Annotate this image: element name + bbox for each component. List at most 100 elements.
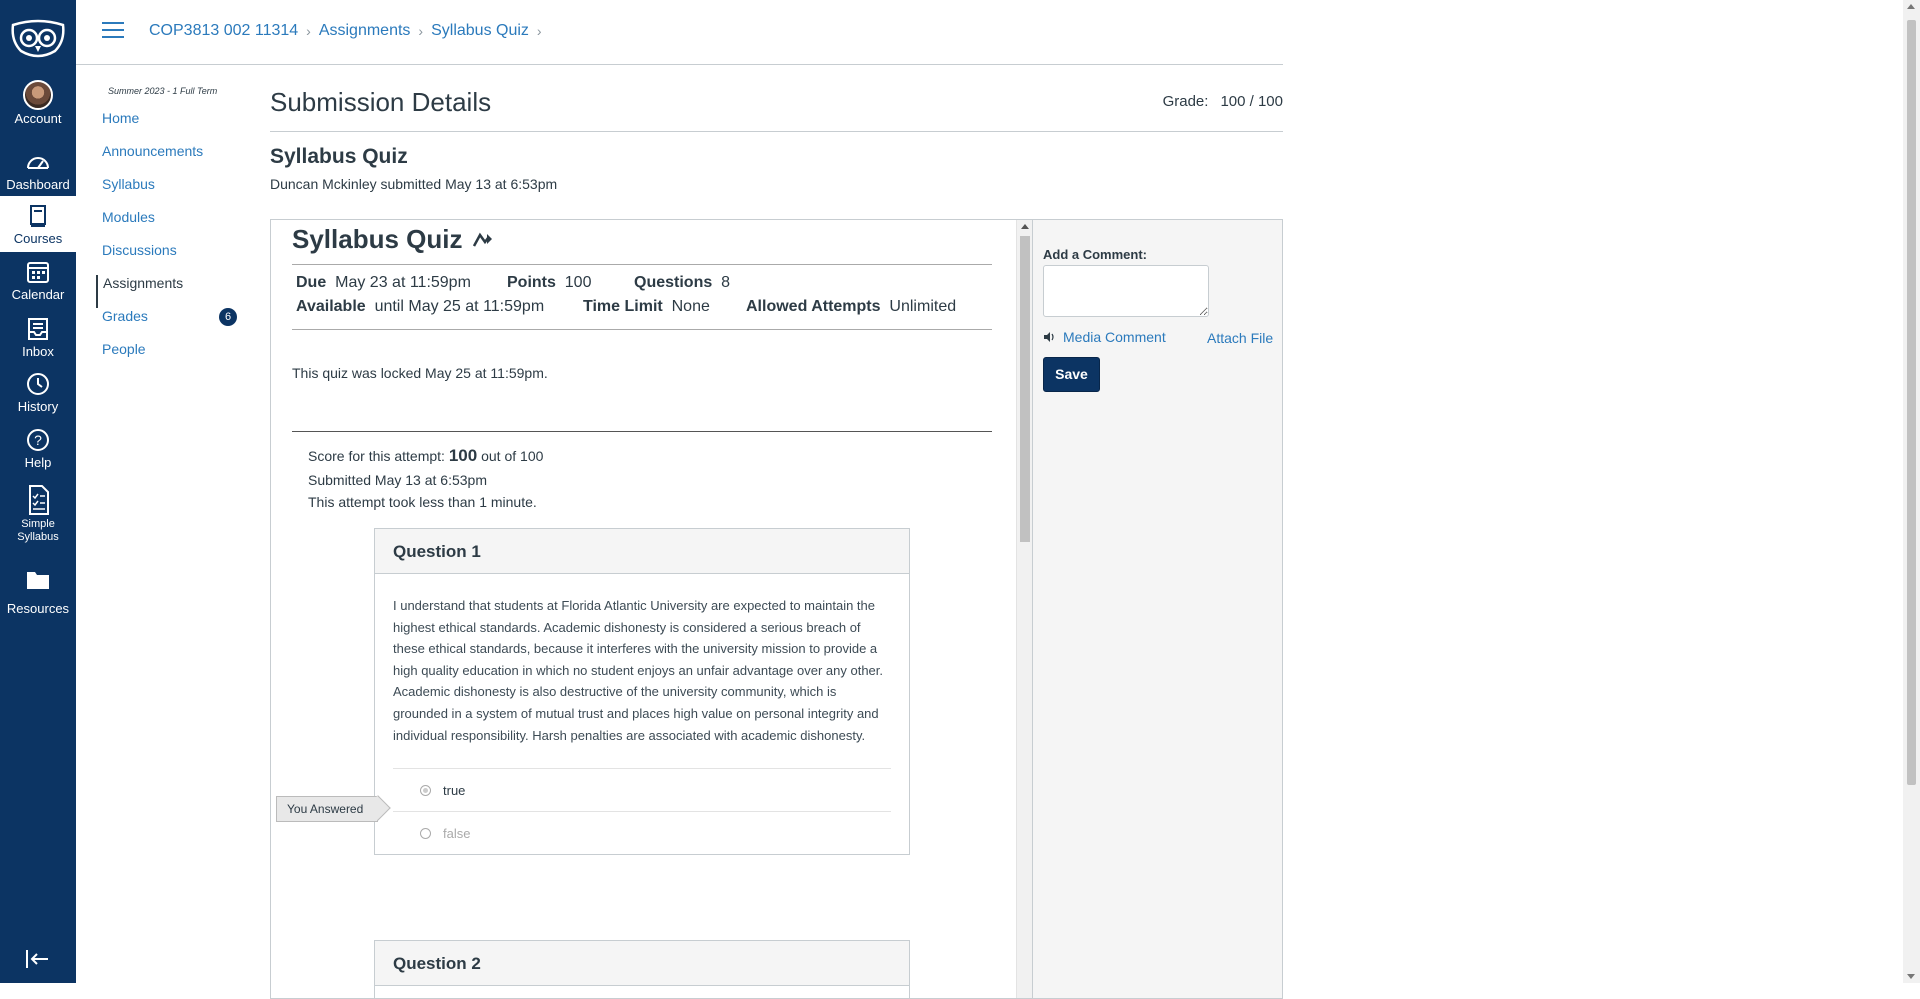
breadcrumb-separator-icon: › [536, 23, 542, 39]
course-nav-grades[interactable]: Grades 6 [96, 308, 246, 341]
grade-value: 100 / 100 [1220, 93, 1283, 110]
nav-label: Dashboard [6, 177, 70, 192]
course-nav-label: Grades [102, 308, 148, 324]
quiz-allowed-attempts: Allowed Attempts Unlimited [746, 298, 957, 315]
nav-inbox[interactable]: Inbox [0, 315, 76, 371]
nav-courses[interactable]: Courses [0, 196, 76, 252]
question-text: I understand that students at Florida At… [393, 598, 884, 743]
course-nav-modules[interactable]: Modules [96, 209, 246, 242]
owl-logo[interactable] [0, 12, 76, 66]
course-nav-people[interactable]: People [96, 341, 246, 374]
comment-panel: Add a Comment: Media Comment Attach File… [1032, 220, 1282, 998]
divider [292, 431, 992, 432]
calendar-icon [27, 262, 49, 283]
scroll-up-icon[interactable] [1907, 4, 1915, 9]
scroll-down-icon[interactable] [1907, 974, 1915, 979]
nav-history[interactable]: History [0, 370, 76, 426]
grades-count-badge: 6 [219, 308, 237, 326]
term-label: Summer 2023 - 1 Full Term [108, 86, 218, 96]
course-nav-home[interactable]: Home [96, 110, 246, 143]
radio-selected-icon [420, 784, 431, 796]
page-title: Submission Details [270, 87, 492, 117]
submitted-info: Duncan Mckinley submitted May 13 at 6:53… [270, 176, 558, 192]
divider [292, 329, 992, 330]
grade-display: Grade: 100 / 100 [1163, 93, 1283, 110]
nav-help[interactable]: ? Help [0, 426, 76, 482]
breadcrumb-syllabus-quiz[interactable]: Syllabus Quiz [431, 22, 529, 40]
grade-label: Grade: [1162, 93, 1209, 110]
quiz-type-icon [472, 232, 492, 247]
quiz-questions: Questions 8 [634, 274, 731, 291]
inbox-icon [28, 318, 48, 340]
nav-label: Inbox [22, 344, 54, 359]
attempt-submitted: Submitted May 13 at 6:53pm [308, 472, 487, 488]
quiz-title: Syllabus Quiz [292, 224, 493, 255]
answer-text: true [443, 782, 466, 798]
course-navigation: Summer 2023 - 1 Full Term Home Announcem… [96, 86, 246, 374]
breadcrumb: COP3813 002 11314 › Assignments › Syllab… [149, 22, 542, 40]
nav-label: Calendar [11, 287, 65, 302]
course-nav-assignments[interactable]: Assignments [96, 275, 246, 308]
answer-list: true false [393, 768, 891, 854]
hamburger-menu-icon[interactable] [102, 22, 124, 40]
document-icon [29, 485, 49, 515]
course-nav-syllabus[interactable]: Syllabus [96, 176, 246, 209]
quiz-preview: Syllabus Quiz Due May 23 at 11:59pm Poin… [271, 220, 1016, 998]
question-card: Question 2 [374, 940, 910, 998]
nav-label: Simple Syllabus [17, 518, 59, 543]
nav-label: Account [14, 111, 62, 126]
svg-text:?: ? [34, 432, 42, 448]
quiz-points: Points 100 [507, 274, 592, 291]
course-nav-discussions[interactable]: Discussions [96, 242, 246, 275]
save-button[interactable]: Save [1043, 357, 1100, 392]
question-card: Question 1 I understand that students at… [374, 528, 910, 856]
collapse-nav-icon[interactable] [24, 947, 52, 971]
nav-label: Courses [13, 231, 63, 246]
attach-file-link[interactable]: Attach File [1207, 330, 1273, 346]
media-comment-label: Media Comment [1063, 329, 1166, 345]
answer-text: false [443, 825, 471, 841]
nav-label: History [17, 399, 59, 414]
radio-icon [420, 827, 431, 839]
answer-option: true [393, 768, 891, 811]
clock-icon [27, 373, 49, 395]
course-nav-announcements[interactable]: Announcements [96, 143, 246, 176]
comment-label: Add a Comment: [1043, 247, 1147, 262]
scrollbar-thumb[interactable] [1907, 20, 1916, 785]
quiz-scrollbar[interactable] [1016, 220, 1032, 998]
folder-icon [27, 572, 49, 589]
breadcrumb-separator-icon: › [418, 23, 424, 39]
nav-simple-syllabus[interactable]: Simple Syllabus [0, 484, 76, 550]
nav-calendar[interactable]: Calendar [0, 258, 76, 314]
dashboard-icon [27, 157, 49, 169]
nav-label: Resources [6, 601, 70, 616]
help-icon: ? [27, 429, 49, 451]
comment-textarea[interactable] [1043, 265, 1209, 317]
scroll-up-icon[interactable] [1020, 224, 1029, 229]
quiz-locked-notice: This quiz was locked May 25 at 11:59pm. [292, 365, 548, 381]
attempt-score: Score for this attempt: 100 out of 100 [308, 446, 544, 465]
breadcrumb-assignments[interactable]: Assignments [319, 22, 411, 40]
submission-frame: Syllabus Quiz Due May 23 at 11:59pm Poin… [270, 219, 1283, 999]
attempt-duration: This attempt took less than 1 minute. [308, 494, 537, 510]
question-title: Question 2 [375, 941, 909, 986]
answer-option: false [393, 811, 891, 854]
quiz-time-limit: Time Limit None [583, 298, 710, 315]
scrollbar-thumb[interactable] [1020, 236, 1030, 542]
global-navigation: Account Dashboard Courses Calendar Inbox… [0, 0, 76, 983]
quiz-due: Due May 23 at 11:59pm [296, 274, 471, 291]
book-icon [30, 205, 46, 227]
nav-resources[interactable]: Resources [0, 566, 76, 622]
breadcrumb-course[interactable]: COP3813 002 11314 [149, 22, 298, 40]
you-answered-label: You Answered [276, 796, 378, 822]
divider [270, 131, 1283, 132]
media-comment-link[interactable]: Media Comment [1043, 329, 1166, 345]
nav-label: Help [24, 455, 52, 470]
nav-account[interactable]: Account [0, 80, 76, 136]
divider [292, 264, 992, 265]
page-header: COP3813 002 11314 › Assignments › Syllab… [76, 0, 1283, 65]
window-scrollbar[interactable] [1903, 0, 1920, 983]
assignment-title: Syllabus Quiz [270, 145, 408, 168]
question-title: Question 1 [375, 529, 909, 574]
avatar [23, 80, 53, 110]
